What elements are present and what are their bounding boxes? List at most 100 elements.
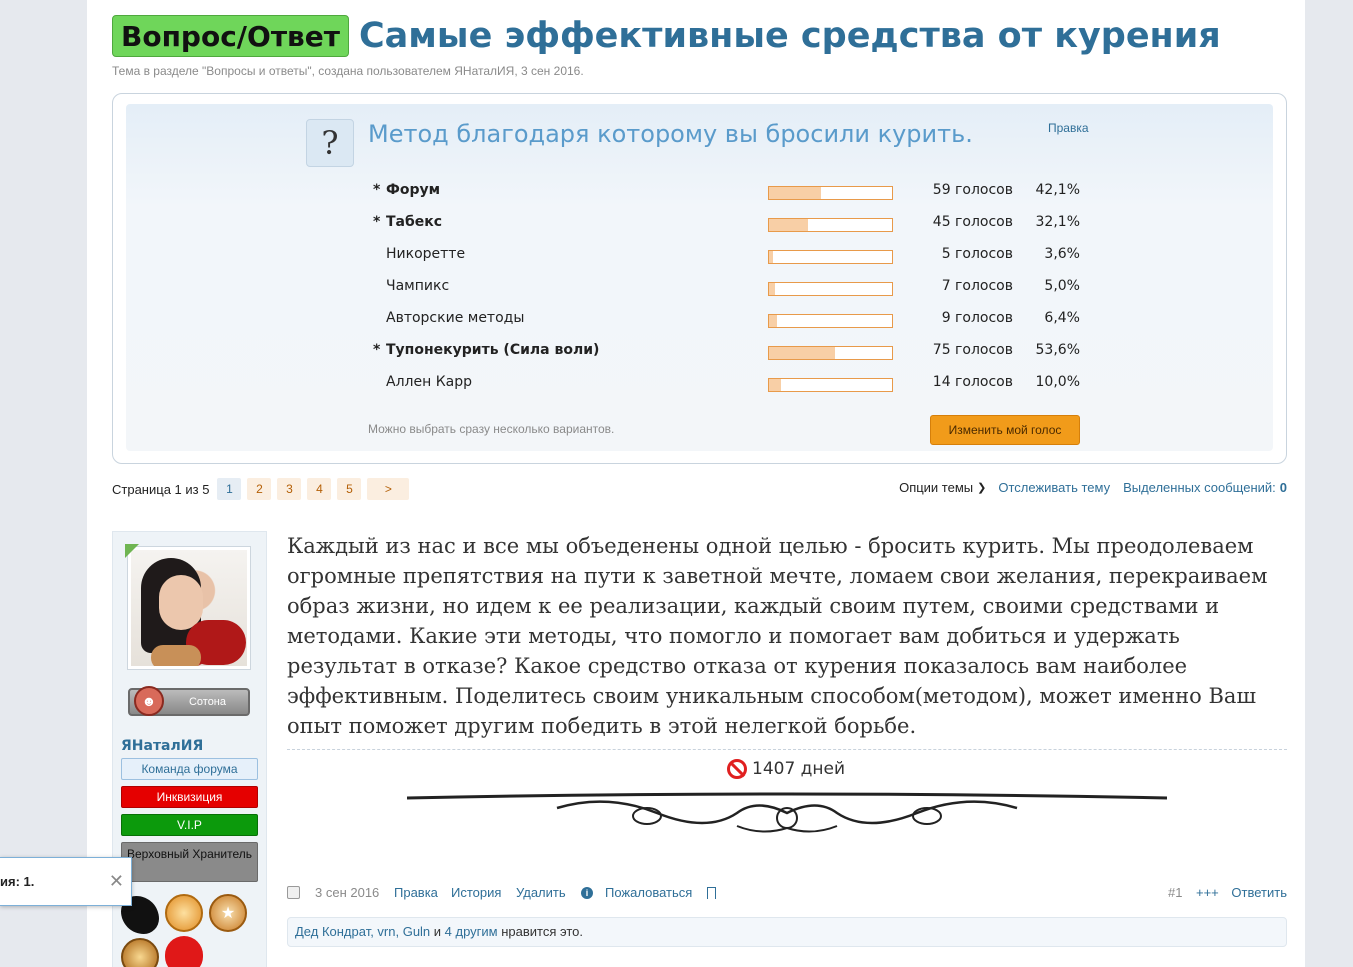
poll-option-bar	[768, 218, 893, 232]
poll-option-label: Авторские методы	[386, 310, 525, 326]
avatar-image	[131, 550, 247, 666]
report-link[interactable]: Пожаловаться	[605, 885, 692, 900]
award-star-icon[interactable]: ★	[209, 894, 247, 932]
poll-option-bar	[768, 282, 893, 296]
selected-messages-link[interactable]: Выделенных сообщений:	[1123, 480, 1276, 495]
thread-prefix[interactable]: Вопрос/Ответ	[112, 15, 349, 57]
poll-option-bar	[768, 186, 893, 200]
poll-option-votes: 5 голосов	[941, 246, 1013, 262]
thread-title: Самые эффективные средства от курения	[359, 16, 1221, 56]
close-icon[interactable]: ✕	[109, 858, 124, 905]
page-link-3[interactable]: 3	[277, 478, 302, 500]
poll-option-bar-fill	[769, 379, 782, 391]
poll-option-bar-fill	[769, 251, 774, 263]
bookmark-icon[interactable]	[707, 887, 716, 899]
poll-option-label: Никоретте	[386, 246, 466, 262]
poll-option-votes: 75 голосов	[932, 342, 1013, 358]
page-link-2[interactable]: 2	[247, 478, 272, 500]
thread-subtitle: Тема в разделе "Вопросы и ответы", созда…	[112, 64, 584, 78]
post-body: Каждый из нас и все мы объеденены одной …	[287, 534, 1268, 738]
poll-option-percent: 3,6%	[1044, 246, 1080, 262]
poll-option-bar-fill	[769, 315, 777, 327]
pager-label: Страница 1 из 5	[112, 481, 210, 497]
poll-question: Метод благодаря которому вы бросили кури…	[368, 120, 973, 148]
poll-option-votes: 9 голосов	[941, 310, 1013, 326]
devil-icon: ☻	[134, 686, 164, 716]
poll-option-label: Чампикс	[386, 278, 450, 294]
poll-option-row: Аллен Карр 14 голосов 10,0%	[373, 374, 1093, 394]
poll-option-percent: 53,6%	[1035, 342, 1080, 358]
likes-users[interactable]: Дед Кондрат, vrn, Guln	[295, 924, 430, 939]
question-icon: ?	[306, 119, 354, 167]
poll-option-label: Аллен Карр	[386, 374, 472, 390]
signature-divider	[287, 749, 1287, 750]
poll-edit-link[interactable]: Правка	[1048, 121, 1089, 135]
info-icon[interactable]: i	[581, 887, 593, 899]
thread-title-row: Вопрос/Ответ Самые эффективные средства …	[112, 15, 1221, 57]
watch-thread-link[interactable]: Отслеживать тему	[998, 480, 1110, 495]
poll-option-row: * Форум 59 голосов 42,1%	[373, 182, 1093, 202]
history-link[interactable]: История	[451, 885, 501, 900]
notification-toast: ия: 1. ✕	[0, 857, 132, 906]
thread-options-menu[interactable]: Опции темы	[899, 480, 973, 495]
pagination: Страница 1 из 5 1 2 3 4 5 >	[112, 478, 415, 500]
likes-others-link[interactable]: 4 другим	[445, 924, 498, 939]
avatar[interactable]	[127, 546, 251, 670]
poll-option-selected-marker: *	[373, 342, 381, 358]
poll-option-bar	[768, 346, 893, 360]
keeper-banner: Верховный Хранитель	[121, 842, 258, 882]
poll-option-percent: 32,1%	[1035, 214, 1080, 230]
chevron-down-icon[interactable]: ❯	[977, 481, 986, 494]
online-indicator-icon	[125, 544, 139, 558]
poll-option-votes: 45 голосов	[932, 214, 1013, 230]
delete-link[interactable]: Удалить	[516, 885, 566, 900]
post-userbox: ☻ Сотона ЯНаталИЯ Команда форума Инквизи…	[112, 531, 267, 967]
award-cake-icon[interactable]	[165, 894, 203, 932]
reputation-link[interactable]: +++	[1196, 885, 1219, 900]
ornament-divider-icon	[407, 792, 1167, 833]
likes-and: и	[430, 924, 445, 939]
page: Вопрос/Ответ Самые эффективные средства …	[87, 0, 1305, 967]
user-rank-label: Сотона	[188, 696, 226, 708]
poll-option-bar-fill	[769, 347, 835, 359]
poll-option-votes: 59 голосов	[932, 182, 1013, 198]
poll-option-bar	[768, 378, 893, 392]
poll-option-bar-fill	[769, 187, 821, 199]
post-actions: 3 сен 2016 Правка История Удалить i Пожа…	[287, 885, 1287, 905]
post-date[interactable]: 3 сен 2016	[315, 885, 379, 900]
change-vote-button[interactable]: Изменить мой голос	[930, 415, 1080, 445]
post-number[interactable]: #1	[1168, 885, 1182, 900]
poll-option-bar	[768, 314, 893, 328]
page-link-1[interactable]: 1	[217, 478, 242, 500]
signature-counter: 1407 дней	[727, 759, 845, 779]
award-heart-icon[interactable]	[165, 936, 203, 967]
poll-option-label: Форум	[386, 182, 441, 198]
page-link-5[interactable]: 5	[337, 478, 362, 500]
next-page-link[interactable]: >	[367, 478, 410, 500]
poll-panel: ? Метод благодаря которому вы бросили ку…	[126, 104, 1273, 451]
team-banner: Команда форума	[121, 758, 258, 780]
poll-option-row: * Табекс 45 голосов 32,1%	[373, 214, 1093, 234]
select-post-checkbox[interactable]	[287, 886, 300, 899]
poll-option-votes: 14 голосов	[932, 374, 1013, 390]
no-smoking-icon	[727, 759, 747, 779]
poll-option-percent: 42,1%	[1035, 182, 1080, 198]
poll-option-row: Чампикс 7 голосов 5,0%	[373, 278, 1093, 298]
page-link-4[interactable]: 4	[307, 478, 332, 500]
reply-link[interactable]: Ответить	[1231, 885, 1287, 900]
poll-option-bar-fill	[769, 219, 809, 231]
poll-option-label: Тупонекурить (Сила воли)	[386, 342, 600, 358]
poll-option-bar	[768, 250, 893, 264]
award-medal-icon[interactable]	[121, 938, 159, 967]
vip-banner: V.I.P	[121, 814, 258, 836]
poll-option-votes: 7 голосов	[941, 278, 1013, 294]
poll-option-row: Никоретте 5 голосов 3,6%	[373, 246, 1093, 266]
poll-option-percent: 5,0%	[1044, 278, 1080, 294]
poll-option-selected-marker: *	[373, 182, 381, 198]
selected-messages-count: 0	[1279, 480, 1287, 495]
poll-container: ? Метод благодаря которому вы бросили ку…	[112, 93, 1287, 464]
edit-post-link[interactable]: Правка	[394, 885, 438, 900]
username[interactable]: ЯНаталИЯ	[121, 738, 203, 754]
inquisition-banner: Инквизиция	[121, 786, 258, 808]
poll-option-percent: 10,0%	[1035, 374, 1080, 390]
